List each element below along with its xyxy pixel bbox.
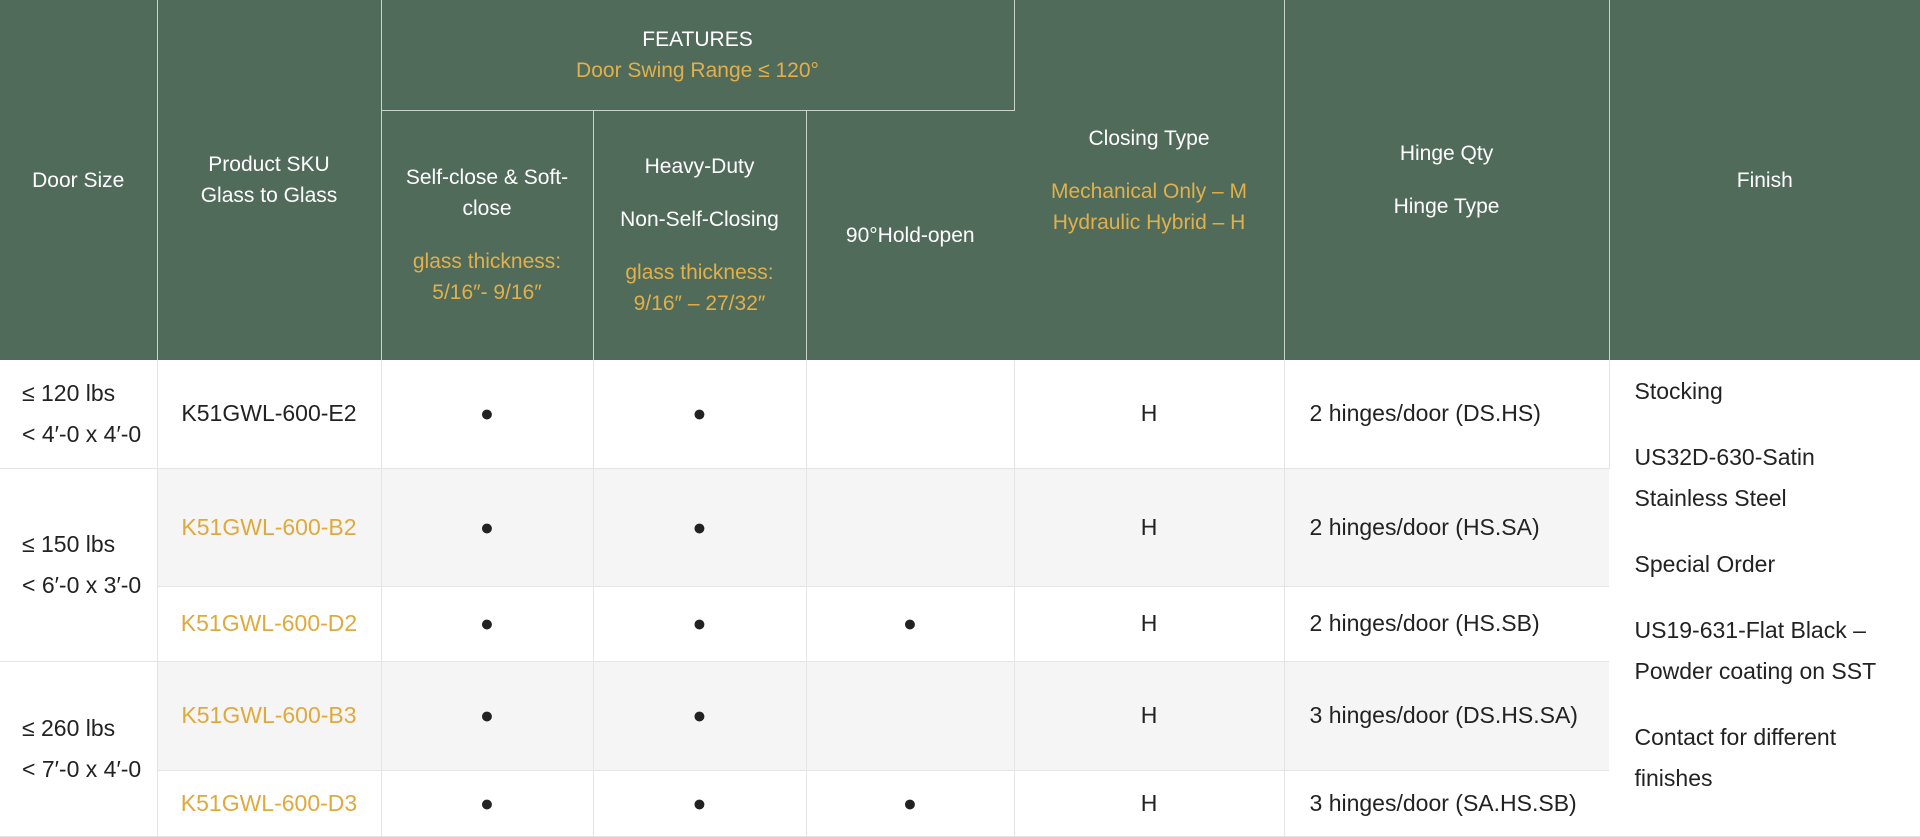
header-self-close-line1: Self-close & Soft- — [405, 166, 569, 190]
header-product-sku-line1: Product SKU — [208, 153, 330, 176]
header-features-subtitle: Door Swing Range ≤ 120° — [576, 58, 819, 82]
header-self-close-thickness-line1: glass thickness: — [412, 250, 562, 274]
heavy-duty-mark: ● — [593, 586, 807, 662]
header-heavy-duty-title: Heavy-Duty — [644, 155, 755, 179]
sku-cell: K51GWL-600-E2 — [157, 360, 382, 469]
header-product-sku: Product SKU Glass to Glass — [157, 0, 382, 360]
header-closing-type-title: Closing Type — [1088, 126, 1210, 150]
header-heavy-duty-thickness-line1: glass thickness: — [625, 261, 774, 285]
header-hinge: Hinge Qty Hinge Type — [1284, 0, 1610, 360]
header-hinge-qty: Hinge Qty — [1399, 142, 1494, 165]
sku-link[interactable]: K51GWL-600-D3 — [157, 770, 382, 837]
door-size-dimensions: < 7′-0 x 4′-0 — [22, 755, 142, 782]
door-size-weight: ≤ 120 lbs — [22, 379, 116, 406]
closing-type-cell: H — [1014, 661, 1285, 771]
finish-contact-note: Contact for different finishes — [1634, 724, 1837, 791]
hinge-cell: 3 hinges/door (SA.HS.SB) — [1284, 770, 1610, 837]
door-size-weight: ≤ 260 lbs — [22, 714, 116, 741]
door-size-dimensions: < 4′-0 x 4′-0 — [22, 420, 142, 447]
table-row: ≤ 120 lbs < 4′-0 x 4′-0 K51GWL-600-E2 ● … — [0, 360, 1920, 837]
finish-special-order-heading: Special Order — [1634, 551, 1776, 577]
door-size-cell: ≤ 150 lbs < 6′-0 x 3′-0 — [0, 468, 158, 662]
sku-link[interactable]: K51GWL-600-D2 — [157, 586, 382, 662]
header-closing-hydraulic: Hydraulic Hybrid – H — [1052, 210, 1246, 234]
header-hold-open: 90°Hold-open — [806, 110, 1015, 360]
heavy-duty-mark: ● — [593, 360, 807, 469]
self-close-mark: ● — [381, 360, 594, 469]
sku-link[interactable]: K51GWL-600-B2 — [157, 468, 382, 587]
header-door-size: Door Size — [0, 0, 158, 360]
self-close-mark: ● — [381, 468, 594, 587]
closing-type-cell: H — [1014, 468, 1285, 587]
spec-table: Door Size Product SKU Glass to Glass FEA… — [0, 0, 1920, 837]
header-hinge-type: Hinge Type — [1393, 195, 1500, 218]
closing-type-cell: H — [1014, 586, 1285, 662]
hold-open-mark — [806, 468, 1015, 587]
header-self-close: Self-close & Soft- close glass thickness… — [381, 110, 594, 360]
table-body: ≤ 120 lbs < 4′-0 x 4′-0 K51GWL-600-E2 ● … — [0, 360, 1920, 837]
finish-stocking-option: US32D-630-Satin Stainless Steel — [1634, 444, 1815, 511]
closing-type-cell: H — [1014, 770, 1285, 837]
self-close-mark: ● — [381, 586, 594, 662]
hinge-cell: 2 hinges/door (HS.SB) — [1284, 586, 1610, 662]
hinge-cell: 3 hinges/door (DS.HS.SA) — [1284, 661, 1610, 771]
hold-open-mark — [806, 661, 1015, 771]
door-size-weight: ≤ 150 lbs — [22, 530, 116, 557]
hinge-cell: 2 hinges/door (HS.SA) — [1284, 468, 1610, 587]
finish-stocking-heading: Stocking — [1634, 378, 1723, 404]
door-size-cell: ≤ 120 lbs < 4′-0 x 4′-0 — [0, 360, 158, 469]
heavy-duty-mark: ● — [593, 770, 807, 837]
heavy-duty-mark: ● — [593, 661, 807, 771]
door-size-cell: ≤ 260 lbs < 7′-0 x 4′-0 — [0, 661, 158, 837]
hold-open-mark: ● — [806, 586, 1015, 662]
finish-special-order-option: US19-631-Flat Black – Powder coating on … — [1634, 617, 1877, 684]
finish-cell: Stocking US32D-630-Satin Stainless Steel… — [1609, 360, 1920, 837]
self-close-mark: ● — [381, 661, 594, 771]
header-closing-type: Closing Type Mechanical Only – M Hydraul… — [1014, 0, 1285, 360]
sku-link[interactable]: K51GWL-600-B3 — [157, 661, 382, 771]
header-closing-mechanical: Mechanical Only – M — [1050, 179, 1248, 203]
header-heavy-duty-thickness-line2: 9/16″ – 27/32″ — [633, 292, 766, 316]
hinge-cell: 2 hinges/door (DS.HS) — [1284, 360, 1610, 469]
header-features: FEATURES Door Swing Range ≤ 120° — [381, 0, 1015, 111]
header-hold-open-label: 90°Hold-open — [845, 223, 975, 247]
hold-open-mark: ● — [806, 770, 1015, 837]
self-close-mark: ● — [381, 770, 594, 837]
header-features-title: FEATURES — [642, 27, 753, 51]
header-self-close-line2: close — [462, 197, 512, 221]
header-finish: Finish — [1609, 0, 1920, 360]
header-heavy-duty: Heavy-Duty Non-Self-Closing glass thickn… — [593, 110, 807, 360]
table-header: Door Size Product SKU Glass to Glass FEA… — [0, 0, 1920, 360]
door-size-dimensions: < 6′-0 x 3′-0 — [22, 571, 142, 598]
header-finish-label: Finish — [1736, 168, 1793, 192]
header-door-size-label: Door Size — [32, 168, 125, 192]
header-non-self-closing: Non-Self-Closing — [620, 208, 779, 232]
header-product-sku-line2: Glass to Glass — [200, 184, 338, 207]
hold-open-mark — [806, 360, 1015, 469]
closing-type-cell: H — [1014, 360, 1285, 469]
header-self-close-thickness-line2: 5/16″- 9/16″ — [432, 281, 542, 305]
heavy-duty-mark: ● — [593, 468, 807, 587]
